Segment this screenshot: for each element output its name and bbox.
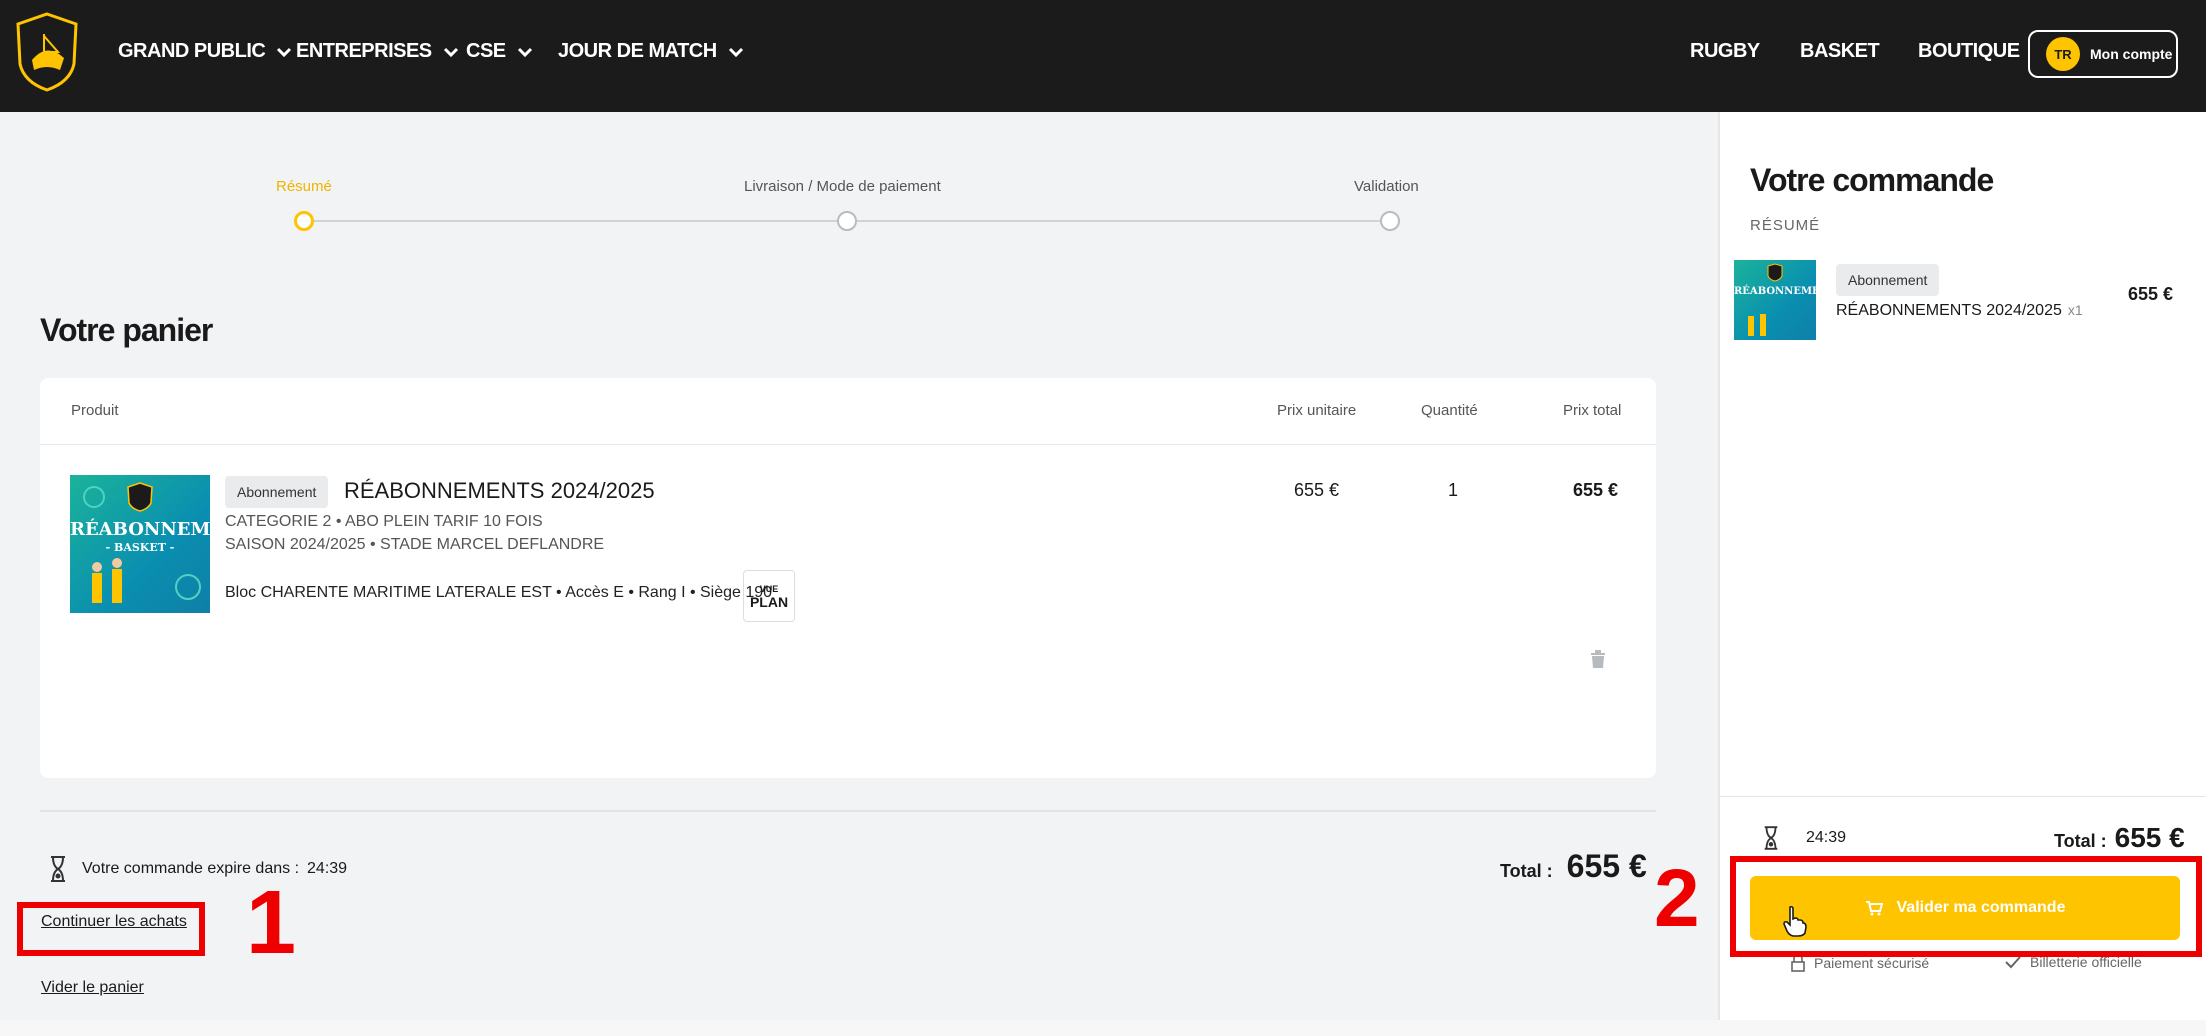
sidebar-product-price: 655 € xyxy=(2128,284,2174,304)
sidebar-total-label: Total : xyxy=(2054,831,2107,851)
cart-footer-divider xyxy=(40,810,1656,812)
sidebar-total: Total : 655 € xyxy=(2054,822,2185,854)
sidebar-badge-label: Abonnement xyxy=(1836,264,1940,296)
avatar: TR xyxy=(2046,37,2080,71)
trash-icon[interactable] xyxy=(1589,649,1607,669)
view-plan-button[interactable]: VUE PLAN xyxy=(743,570,795,622)
nav-label: CSE xyxy=(466,40,506,62)
view-plan-bottom: PLAN xyxy=(749,594,789,610)
column-header-total-price: Prix total xyxy=(1563,402,1622,419)
cart-title: Votre panier xyxy=(40,312,213,348)
sidebar-divider xyxy=(1720,796,2206,797)
stade-rochelais-logo[interactable] xyxy=(14,12,80,92)
sidebar-timer-value: 24:39 xyxy=(1806,829,1847,846)
step-dot-resume xyxy=(294,211,314,231)
chevron-down-icon xyxy=(728,47,743,57)
cart-total: Total : 655 € xyxy=(1500,848,1647,885)
sidebar-product-label: RÉABONNEMENTS 2024/2025 xyxy=(1836,302,2062,319)
order-expiry: Votre commande expire dans : 24:39 xyxy=(48,855,347,883)
expire-time: 24:39 xyxy=(307,860,348,877)
account-button[interactable]: TR Mon compte xyxy=(2028,30,2178,78)
annotation-number-1: 1 xyxy=(246,873,297,973)
unit-price-value: 655 € xyxy=(1294,480,1340,500)
cart-header-divider xyxy=(40,444,1656,445)
nav-label: GRAND PUBLIC xyxy=(118,40,266,62)
chevron-down-icon xyxy=(517,47,532,57)
nav-basket[interactable]: BASKET xyxy=(1800,40,1880,63)
top-navigation-bar: GRAND PUBLIC ENTREPRISES CSE JOUR DE MAT… xyxy=(0,0,2206,112)
empty-cart-link[interactable]: Vider le panier xyxy=(41,979,144,997)
nav-label: JOUR DE MATCH xyxy=(558,40,717,62)
sidebar-thumbnail-art xyxy=(1748,263,1783,336)
column-header-unit-price: Prix unitaire xyxy=(1277,402,1357,419)
sidebar-thumbnail-title: RÉABONNEMENTS xyxy=(1734,286,1816,297)
nav-jour-de-match[interactable]: JOUR DE MATCH xyxy=(558,40,745,63)
nav-cse[interactable]: CSE xyxy=(466,40,534,63)
total-label: Total : xyxy=(1500,861,1553,881)
annotation-number-2: 2 xyxy=(1654,853,1700,944)
column-header-product: Produit xyxy=(71,402,119,419)
cart-table: Produit Prix unitaire Quantité Prix tota… xyxy=(40,378,1656,778)
quantity-value: 1 xyxy=(1448,480,1459,500)
step-label-validation: Validation xyxy=(1354,178,1419,195)
nav-label: ENTREPRISES xyxy=(296,40,432,62)
annotation-box-1 xyxy=(17,902,205,956)
page-bottom-strip xyxy=(0,1020,2206,1036)
account-label: Mon compte xyxy=(2090,46,2173,62)
sidebar-subtitle: RÉSUMÉ xyxy=(1750,217,1821,234)
hourglass-icon xyxy=(51,856,65,882)
thumbnail-title: RÉABONNEMENTS xyxy=(70,519,210,540)
chevron-down-icon xyxy=(277,47,292,57)
sidebar-product-badge: Abonnement xyxy=(1836,264,1940,296)
step-label-livraison: Livraison / Mode de paiement xyxy=(744,178,941,195)
product-category: CATEGORIE 2 • ABO PLEIN TARIF 10 FOIS xyxy=(225,513,543,530)
product-name: RÉABONNEMENTS 2024/2025 xyxy=(344,478,655,503)
sidebar-product-name: RÉABONNEMENTS 2024/2025 x1 xyxy=(1836,302,2083,320)
column-header-quantity: Quantité xyxy=(1421,402,1478,419)
sidebar-product-thumbnail: RÉABONNEMENTS xyxy=(1734,260,1816,340)
total-value: 655 € xyxy=(1566,848,1647,884)
step-label-resume: Résumé xyxy=(276,178,332,195)
chevron-down-icon xyxy=(443,47,458,57)
badge-label: Abonnement xyxy=(225,476,329,508)
step-dot-validation xyxy=(1380,211,1400,231)
annotation-box-2 xyxy=(1730,856,2202,957)
sidebar-product-qty: x1 xyxy=(2067,302,2083,318)
nav-grand-public[interactable]: GRAND PUBLIC xyxy=(118,40,293,63)
nav-boutique[interactable]: BOUTIQUE xyxy=(1918,40,2020,63)
total-price-value: 655 € xyxy=(1573,480,1619,500)
secure-payment-label: Paiement sécurisé xyxy=(1814,955,1930,971)
nav-entreprises[interactable]: ENTREPRISES xyxy=(296,40,460,63)
product-badge: Abonnement xyxy=(225,476,329,508)
sidebar-timer: 24:39 xyxy=(1762,825,1846,851)
product-thumbnail: RÉABONNEMENTS - BASKET - xyxy=(70,475,210,613)
hourglass-icon xyxy=(1764,826,1778,850)
sidebar-title: Votre commande xyxy=(1750,162,1994,198)
thumbnail-subtitle: - BASKET - xyxy=(105,541,175,554)
nav-rugby[interactable]: RUGBY xyxy=(1690,40,1760,63)
seat-location: Bloc CHARENTE MARITIME LATERALE EST • Ac… xyxy=(225,584,773,601)
sidebar-total-value: 655 € xyxy=(2114,822,2185,853)
step-dot-livraison xyxy=(837,211,857,231)
product-season: SAISON 2024/2025 • STADE MARCEL DEFLANDR… xyxy=(225,536,605,553)
check-icon xyxy=(2005,956,2021,969)
view-plan-top: VUE xyxy=(759,584,779,594)
